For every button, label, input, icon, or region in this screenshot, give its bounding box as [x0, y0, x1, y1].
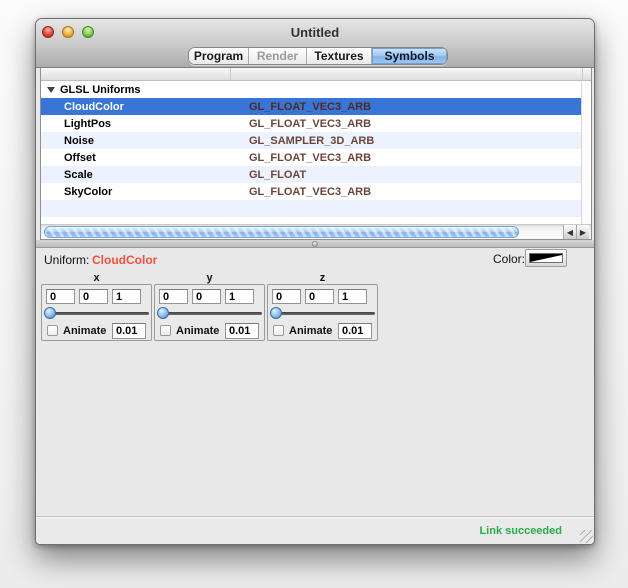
value-slider[interactable]: [268, 307, 377, 320]
uniform-type: GL_FLOAT_VEC3_ARB: [249, 118, 371, 130]
vertical-scrollbar-track[interactable]: [581, 81, 591, 225]
value-field-3[interactable]: [338, 289, 367, 304]
status-bar: Link succeeded: [36, 516, 594, 544]
uniforms-list: GLSL Uniforms CloudColor GL_FLOAT_VEC3_A…: [40, 68, 592, 240]
table-row[interactable]: SkyColor GL_FLOAT_VEC3_ARB: [41, 183, 581, 200]
table-row[interactable]: Offset GL_FLOAT_VEC3_ARB: [41, 149, 581, 166]
uniform-type: GL_FLOAT_VEC3_ARB: [249, 152, 371, 164]
axis-label: x: [41, 272, 152, 284]
right-arrow-icon: ▶: [580, 228, 586, 237]
empty-row: [41, 200, 581, 217]
slider-thumb[interactable]: [44, 307, 56, 319]
status-message: Link succeeded: [479, 525, 562, 537]
horizontal-scrollbar-thumb[interactable]: [44, 226, 519, 238]
uniform-value: CloudColor: [92, 253, 157, 267]
axis-group-x: x Animate: [41, 272, 152, 341]
table-row[interactable]: Noise GL_SAMPLER_3D_ARB: [41, 132, 581, 149]
tab-render[interactable]: Render: [249, 48, 307, 64]
window-titlebar[interactable]: Untitled: [36, 19, 594, 46]
animate-label: Animate: [289, 325, 332, 337]
axis-group-z: z Animate: [267, 272, 378, 341]
group-label: GLSL Uniforms: [60, 84, 140, 96]
value-field-3[interactable]: [112, 289, 141, 304]
value-slider[interactable]: [155, 307, 264, 320]
slider-thumb[interactable]: [270, 307, 282, 319]
tab-textures[interactable]: Textures: [307, 48, 372, 64]
value-slider[interactable]: [42, 307, 151, 320]
step-field[interactable]: [225, 323, 259, 339]
slider-track[interactable]: [157, 312, 262, 315]
column-divider[interactable]: [582, 68, 583, 80]
table-row[interactable]: LightPos GL_FLOAT_VEC3_ARB: [41, 115, 581, 132]
app-window: Untitled Program Render Textures Symbols…: [35, 18, 595, 545]
scroll-right-button[interactable]: ▶: [576, 225, 589, 239]
scrollbar-arrows: ◀ ▶: [563, 225, 590, 239]
value-field-2[interactable]: [192, 289, 221, 304]
uniform-name: LightPos: [64, 118, 111, 130]
group-row-glsl-uniforms[interactable]: GLSL Uniforms: [41, 81, 581, 98]
zoom-icon[interactable]: [82, 26, 94, 38]
uniform-type: GL_FLOAT_VEC3_ARB: [249, 186, 371, 198]
resize-grip-icon[interactable]: [580, 530, 593, 543]
animate-checkbox[interactable]: [160, 325, 171, 336]
animate-checkbox[interactable]: [47, 325, 58, 336]
uniform-type: GL_FLOAT_VEC3_ARB: [249, 101, 371, 113]
uniform-type: GL_SAMPLER_3D_ARB: [249, 135, 374, 147]
color-swatch: [529, 253, 563, 263]
window-title: Untitled: [291, 25, 339, 40]
left-arrow-icon: ◀: [567, 228, 573, 237]
table-row[interactable]: Scale GL_FLOAT: [41, 166, 581, 183]
list-rows: GLSL Uniforms CloudColor GL_FLOAT_VEC3_A…: [41, 81, 591, 225]
uniform-type: GL_FLOAT: [249, 169, 306, 181]
color-label: Color:: [493, 252, 525, 266]
animate-label: Animate: [176, 325, 219, 337]
color-wedge-icon: [530, 254, 562, 262]
uniform-name: Offset: [64, 152, 96, 164]
axis-label: z: [267, 272, 378, 284]
uniform-name: Scale: [64, 169, 93, 181]
step-field[interactable]: [112, 323, 146, 339]
column-divider[interactable]: [230, 68, 231, 80]
step-field[interactable]: [338, 323, 372, 339]
horizontal-scrollbar[interactable]: ◀ ▶: [41, 224, 591, 239]
axis-label: y: [154, 272, 265, 284]
uniform-name: SkyColor: [64, 186, 112, 198]
slider-track[interactable]: [270, 312, 375, 315]
slider-track[interactable]: [44, 312, 149, 315]
value-field-2[interactable]: [305, 289, 334, 304]
view-tabs: Program Render Textures Symbols: [188, 47, 448, 65]
animate-label: Animate: [63, 325, 106, 337]
split-handle[interactable]: [36, 240, 594, 248]
value-field-1[interactable]: [159, 289, 188, 304]
tab-program[interactable]: Program: [189, 48, 249, 64]
uniform-inspector: Uniform: CloudColor Color: x Animate: [36, 248, 594, 518]
slider-thumb[interactable]: [157, 307, 169, 319]
uniform-name: CloudColor: [64, 101, 124, 113]
tab-symbols[interactable]: Symbols: [372, 48, 447, 64]
close-icon[interactable]: [42, 26, 54, 38]
scroll-left-button[interactable]: ◀: [563, 225, 576, 239]
value-field-2[interactable]: [79, 289, 108, 304]
window-controls: [42, 26, 94, 38]
minimize-icon[interactable]: [62, 26, 74, 38]
table-row[interactable]: CloudColor GL_FLOAT_VEC3_ARB: [41, 98, 581, 115]
value-field-1[interactable]: [272, 289, 301, 304]
color-well[interactable]: [525, 249, 567, 267]
value-field-1[interactable]: [46, 289, 75, 304]
list-header[interactable]: [41, 68, 591, 81]
uniform-name: Noise: [64, 135, 94, 147]
animate-checkbox[interactable]: [273, 325, 284, 336]
uniform-label: Uniform:: [44, 253, 89, 267]
toolbar: Program Render Textures Symbols: [36, 46, 594, 68]
disclosure-triangle-icon[interactable]: [47, 87, 55, 93]
value-field-3[interactable]: [225, 289, 254, 304]
splitter-dimple-icon[interactable]: [312, 241, 318, 247]
axis-group-y: y Animate: [154, 272, 265, 341]
